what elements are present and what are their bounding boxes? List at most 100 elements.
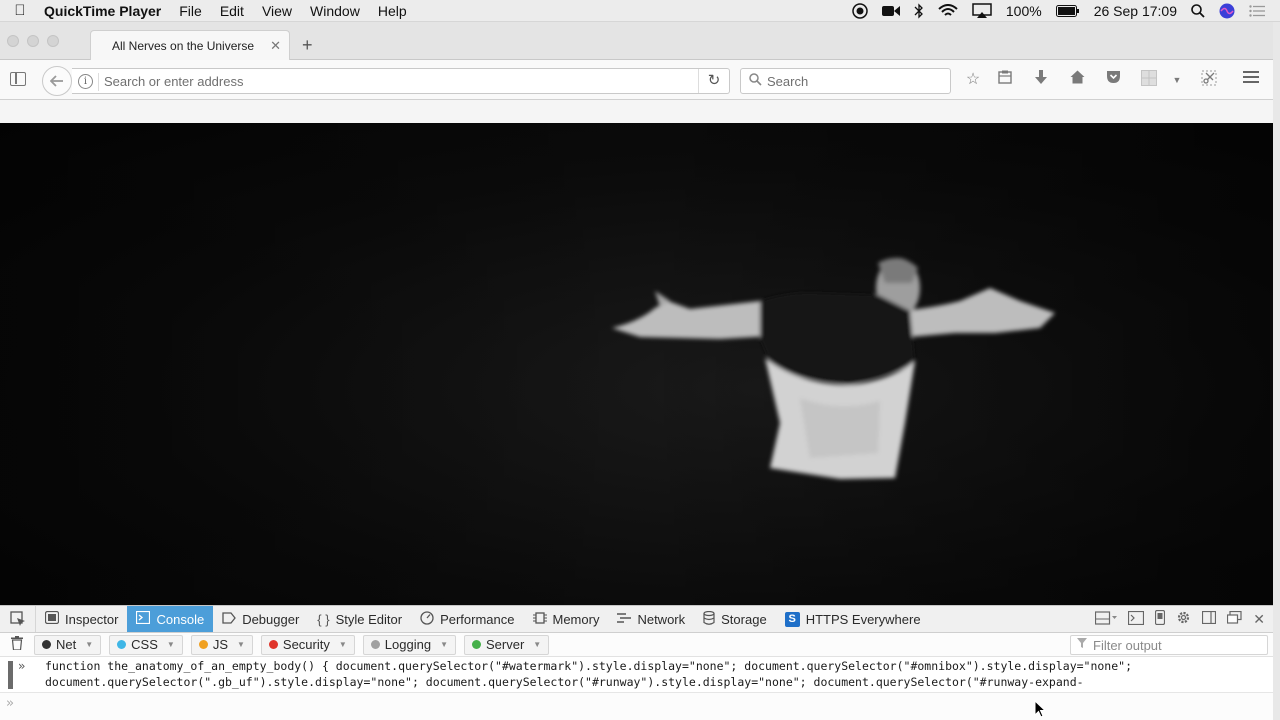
status-area: 100% 26 Sep 17:09 — [845, 3, 1280, 19]
css-dot-icon — [117, 640, 127, 649]
menu-file[interactable]: File — [170, 3, 211, 19]
server-dot-icon — [472, 640, 481, 649]
notification-center-icon[interactable] — [1242, 4, 1272, 17]
separate-window-icon[interactable] — [1227, 610, 1242, 627]
dock-side-icon[interactable] — [1202, 610, 1217, 627]
close-window-button[interactable] — [7, 35, 19, 47]
bookmark-star-icon[interactable]: ☆ — [962, 70, 984, 90]
tab-memory[interactable]: Memory — [524, 606, 609, 632]
filter-logging-button[interactable]: Logging ▼ — [362, 634, 456, 655]
developer-tools-panel: Inspector Console Debugger { } Style Edi… — [0, 605, 1273, 720]
close-devtools-icon[interactable]: ✕ — [1253, 611, 1265, 628]
bluetooth-icon[interactable] — [907, 2, 931, 19]
js-dot-icon — [198, 640, 208, 649]
scratchpad-icon[interactable] — [1128, 610, 1145, 628]
close-tab-icon[interactable]: ✕ — [270, 38, 281, 54]
chevron-down-icon: ▼ — [85, 640, 94, 649]
inspector-icon — [44, 610, 60, 627]
input-chevron-icon: » — [18, 659, 26, 673]
url-bar: i ↻ — [72, 68, 730, 94]
clear-console-trash-icon[interactable] — [0, 636, 34, 653]
chevron-down-icon: ▼ — [533, 640, 542, 649]
extension-icon[interactable] — [1138, 70, 1160, 90]
apple-menu-icon[interactable]:  — [0, 2, 40, 19]
logging-dot-icon — [370, 640, 380, 649]
layout-frame-icon[interactable] — [1095, 610, 1118, 628]
tab-console[interactable]: Console — [127, 606, 214, 632]
debugger-icon — [222, 611, 237, 627]
tab-style-editor[interactable]: { } Style Editor — [308, 606, 411, 632]
settings-gear-icon[interactable] — [1176, 610, 1191, 628]
video-frame[interactable] — [0, 123, 1273, 605]
memory-icon — [532, 611, 547, 628]
camera-icon[interactable] — [875, 5, 907, 17]
siri-icon[interactable] — [1212, 3, 1242, 19]
prompt-chevron-icon: » — [6, 696, 14, 711]
reload-icon[interactable]: ↻ — [698, 69, 729, 93]
bookmarks-library-icon[interactable] — [994, 70, 1016, 90]
filter-security-button[interactable]: Security ▼ — [260, 634, 355, 655]
url-bar-divider — [98, 73, 99, 91]
pocket-icon[interactable] — [1102, 70, 1124, 90]
filter-server-button[interactable]: Server ▼ — [464, 634, 550, 655]
macos-menu-bar:  QuickTime Player File Edit View Window… — [0, 0, 1280, 22]
network-icon — [617, 612, 632, 627]
chevron-down-icon: ▼ — [338, 640, 347, 649]
chevron-down-icon[interactable]: ▼ — [1166, 70, 1188, 90]
filter-css-button[interactable]: CSS ▼ — [109, 634, 183, 655]
back-button[interactable] — [42, 66, 72, 96]
tab-network[interactable]: Network — [608, 606, 694, 632]
console-input-row: » — [0, 693, 1273, 717]
menu-view[interactable]: View — [253, 3, 301, 19]
search-icon — [749, 73, 762, 89]
chevron-down-icon: ▼ — [236, 640, 245, 649]
clock[interactable]: 26 Sep 17:09 — [1087, 3, 1184, 19]
console-code-line-2: document.querySelector(".gb_uf").style.d… — [45, 675, 1084, 689]
console-code-line-1: function the_anatomy_of_an_empty_body() … — [45, 659, 1133, 673]
menu-help[interactable]: Help — [369, 3, 416, 19]
devtools-tab-bar: Inspector Console Debugger { } Style Edi… — [0, 606, 1273, 633]
window-controls — [7, 35, 59, 47]
address-input[interactable] — [104, 71, 684, 91]
battery-icon[interactable] — [1049, 4, 1087, 17]
console-input[interactable] — [24, 695, 1254, 713]
hamburger-menu-icon[interactable] — [1240, 70, 1262, 90]
sidebar-toggle-icon[interactable] — [10, 72, 26, 86]
new-tab-button[interactable]: + — [302, 36, 313, 54]
chevron-down-icon: ▼ — [166, 640, 175, 649]
home-icon[interactable] — [1066, 70, 1088, 90]
menu-window[interactable]: Window — [301, 3, 369, 19]
dancer-video-image — [0, 123, 1273, 605]
downloads-icon[interactable] — [1030, 70, 1052, 90]
navigation-toolbar: i ↻ ☆ ▼ — [0, 60, 1273, 100]
tab-storage[interactable]: Storage — [694, 606, 776, 632]
braces-icon: { } — [317, 611, 330, 627]
filter-js-button[interactable]: JS ▼ — [190, 634, 253, 655]
menu-edit[interactable]: Edit — [211, 3, 253, 19]
https-everywhere-icon: S — [784, 611, 800, 627]
screenshot-scissors-icon[interactable] — [1198, 70, 1220, 90]
tab-performance[interactable]: Performance — [411, 606, 523, 632]
airplay-icon[interactable] — [965, 2, 999, 19]
responsive-design-icon[interactable] — [1155, 609, 1166, 628]
filter-net-button[interactable]: Net ▼ — [34, 634, 102, 655]
net-dot-icon — [42, 640, 51, 649]
element-picker-icon[interactable] — [0, 606, 36, 632]
wifi-icon[interactable] — [931, 3, 965, 18]
screen-record-icon[interactable] — [845, 2, 875, 19]
browser-tab[interactable]: All Nerves on the Universe ✕ — [90, 30, 290, 61]
console-code: function the_anatomy_of_an_empty_body() … — [45, 658, 1235, 690]
console-filter-bar: Net ▼ CSS ▼ JS ▼ Security ▼ Logging ▼ Se… — [0, 633, 1273, 657]
zoom-window-button[interactable] — [47, 35, 59, 47]
tab-inspector[interactable]: Inspector — [36, 606, 127, 632]
tab-debugger[interactable]: Debugger — [213, 606, 308, 632]
tab-https-everywhere[interactable]: S HTTPS Everywhere — [776, 606, 930, 632]
filter-output-input[interactable] — [1093, 637, 1263, 653]
entry-gutter — [8, 661, 13, 689]
minimize-window-button[interactable] — [27, 35, 39, 47]
app-menu[interactable]: QuickTime Player — [40, 3, 170, 19]
site-info-icon[interactable]: i — [78, 74, 93, 89]
search-input[interactable] — [767, 71, 942, 91]
funnel-icon — [1077, 638, 1087, 651]
spotlight-icon[interactable] — [1184, 3, 1212, 18]
